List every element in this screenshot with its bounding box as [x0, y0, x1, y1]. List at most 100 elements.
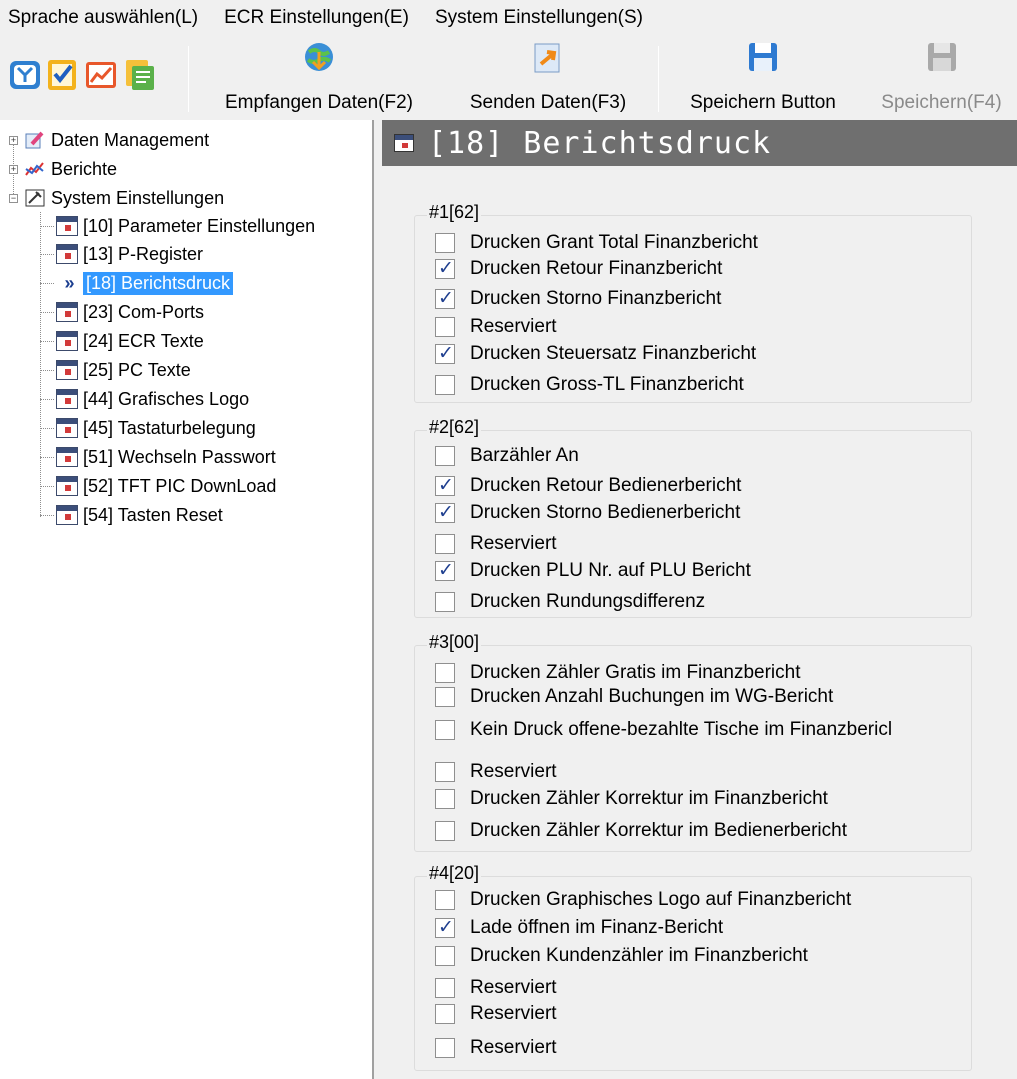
- option-row[interactable]: Drucken Kundenzähler im Finanzbericht: [435, 945, 808, 967]
- checkbox[interactable]: [435, 916, 455, 938]
- checkbox[interactable]: [435, 474, 455, 496]
- tree-item-tft-pic-download[interactable]: [52] TFT PIC DownLoad: [56, 472, 276, 500]
- tree-item-tastaturbelegung[interactable]: [45] Tastaturbelegung: [56, 414, 256, 442]
- menu-system-settings[interactable]: System Einstellungen(S): [427, 7, 655, 29]
- checkbox[interactable]: [435, 821, 455, 841]
- group-title: #3[00]: [427, 632, 482, 653]
- option-row[interactable]: Reserviert: [435, 761, 557, 783]
- tree-item-ecr-texte[interactable]: [24] ECR Texte: [56, 327, 204, 355]
- checkbox[interactable]: [435, 687, 455, 707]
- navigation-tree: + Daten Management + Berichte − System E…: [0, 120, 372, 1079]
- checkbox[interactable]: [435, 559, 455, 581]
- collapse-toggle[interactable]: −: [9, 194, 18, 203]
- menu-language[interactable]: Sprache auswählen(L): [0, 7, 210, 29]
- checkbox[interactable]: [435, 1038, 455, 1058]
- checkbox[interactable]: [435, 501, 455, 523]
- option-group-1: #1[62] Drucken Grant Total Finanzbericht…: [414, 202, 972, 403]
- tree-item-p-register[interactable]: [13] P-Register: [56, 240, 203, 268]
- option-group-3: #3[00] Drucken Zähler Gratis im Finanzbe…: [414, 632, 972, 852]
- save-f4-button[interactable]: Speichern(F4): [866, 36, 1017, 120]
- option-row[interactable]: Lade öffnen im Finanz-Bericht: [435, 916, 724, 939]
- receive-data-button[interactable]: Empfangen Daten(F2): [200, 36, 438, 120]
- tree-item-pc-texte[interactable]: [25] PC Texte: [56, 356, 191, 384]
- menu-ecr-settings[interactable]: ECR Einstellungen(E): [216, 7, 421, 29]
- checkbox[interactable]: [435, 317, 455, 337]
- tree-item-label: [25] PC Texte: [83, 359, 191, 380]
- option-row[interactable]: Drucken Storno Finanzbericht: [435, 287, 722, 310]
- option-row[interactable]: Drucken Storno Bedienerbericht: [435, 501, 740, 524]
- checkbox[interactable]: [435, 375, 455, 395]
- checkbox[interactable]: [435, 946, 455, 966]
- option-row[interactable]: Kein Druck offene-bezahlte Tische im Fin…: [435, 719, 892, 741]
- option-row[interactable]: Drucken Graphisches Logo auf Finanzberic…: [435, 889, 851, 911]
- option-row[interactable]: Reserviert: [435, 316, 557, 338]
- option-row[interactable]: Drucken Grant Total Finanzbericht: [435, 232, 758, 254]
- option-label: Drucken Retour Finanzbericht: [470, 258, 723, 279]
- tree-item-grafisches-logo[interactable]: [44] Grafisches Logo: [56, 385, 249, 413]
- option-row[interactable]: Barzähler An: [435, 445, 579, 467]
- option-row[interactable]: Reserviert: [435, 533, 557, 555]
- option-row[interactable]: Drucken Retour Bedienerbericht: [435, 474, 741, 497]
- send-data-label: Senden Daten(F3): [469, 92, 627, 113]
- option-row[interactable]: Drucken Steuersatz Finanzbericht: [435, 342, 756, 365]
- checkbox[interactable]: [435, 720, 455, 740]
- option-label: Reserviert: [470, 1037, 557, 1058]
- menu-bar: Sprache auswählen(L) ECR Einstellungen(E…: [0, 0, 1017, 36]
- checkbox[interactable]: [435, 342, 455, 364]
- option-label: Drucken PLU Nr. auf PLU Bericht: [470, 560, 751, 581]
- option-group-2: #2[62] Barzähler An Drucken Retour Bedie…: [414, 417, 972, 618]
- tree-item-berichtsdruck[interactable]: » [18] Berichtsdruck: [56, 269, 234, 297]
- checkbox[interactable]: [435, 890, 455, 910]
- tree-item-com-ports[interactable]: [23] Com-Ports: [56, 298, 204, 326]
- grid-table-icon: [56, 331, 78, 351]
- option-row[interactable]: Reserviert: [435, 1003, 557, 1025]
- checklist-icon[interactable]: [46, 58, 80, 92]
- checkbox[interactable]: [435, 287, 455, 309]
- option-label: Barzähler An: [470, 445, 579, 466]
- option-label: Drucken Grant Total Finanzbericht: [470, 232, 758, 253]
- option-label: Drucken Graphisches Logo auf Finanzberic…: [470, 889, 852, 910]
- option-row[interactable]: Reserviert: [435, 1037, 557, 1059]
- option-row[interactable]: Reserviert: [435, 977, 557, 999]
- panel-splitter[interactable]: [372, 120, 382, 1079]
- notes-icon[interactable]: [122, 58, 156, 92]
- checkbox[interactable]: [435, 446, 455, 466]
- option-label: Lade öffnen im Finanz-Bericht: [470, 917, 724, 938]
- grid-table-icon: [56, 505, 78, 525]
- checkbox[interactable]: [435, 1004, 455, 1024]
- chart-trend-icon[interactable]: [84, 58, 118, 92]
- option-row[interactable]: Drucken Rundungsdifferenz: [435, 591, 705, 613]
- checkbox[interactable]: [435, 789, 455, 809]
- checkbox[interactable]: [435, 978, 455, 998]
- tree-item-tasten-reset[interactable]: [54] Tasten Reset: [56, 501, 223, 529]
- checkbox[interactable]: [435, 257, 455, 279]
- option-row[interactable]: Drucken Zähler Gratis im Finanzbericht: [435, 662, 801, 684]
- tree-item-label: [23] Com-Ports: [83, 301, 205, 322]
- option-row[interactable]: Drucken PLU Nr. auf PLU Bericht: [435, 559, 751, 582]
- tree-item-label: [44] Grafisches Logo: [83, 388, 250, 409]
- checkbox[interactable]: [435, 534, 455, 554]
- option-row[interactable]: Drucken Gross-TL Finanzbericht: [435, 374, 744, 396]
- save-button-label: Speichern Button: [690, 92, 836, 113]
- checkbox[interactable]: [435, 233, 455, 253]
- tree-item-system-einstellungen[interactable]: System Einstellungen: [24, 184, 224, 212]
- send-data-button[interactable]: Senden Daten(F3): [448, 36, 648, 120]
- option-label: Drucken Storno Finanzbericht: [470, 288, 722, 309]
- tree-item-wechseln-passwort[interactable]: [51] Wechseln Passwort: [56, 443, 276, 471]
- option-label: Kein Druck offene-bezahlte Tische im Fin…: [470, 719, 893, 740]
- grid-table-icon: [394, 134, 414, 152]
- tree-item-parameter-einstellungen[interactable]: [10] Parameter Einstellungen: [56, 212, 315, 240]
- checkbox[interactable]: [435, 663, 455, 683]
- checkbox[interactable]: [435, 762, 455, 782]
- tools-icon[interactable]: [8, 58, 42, 92]
- option-row[interactable]: Drucken Zähler Korrektur im Finanzberich…: [435, 788, 828, 810]
- expand-toggle[interactable]: +: [9, 165, 18, 174]
- tree-item-daten-management[interactable]: Daten Management: [24, 126, 209, 154]
- option-row[interactable]: Drucken Anzahl Buchungen im WG-Bericht: [435, 686, 833, 708]
- checkbox[interactable]: [435, 592, 455, 612]
- tree-item-berichte[interactable]: Berichte: [24, 155, 117, 183]
- save-button[interactable]: Speichern Button: [668, 36, 858, 120]
- option-row[interactable]: Drucken Zähler Korrektur im Bedienerberi…: [435, 820, 847, 842]
- option-row[interactable]: Drucken Retour Finanzbericht: [435, 257, 723, 280]
- expand-toggle[interactable]: +: [9, 136, 18, 145]
